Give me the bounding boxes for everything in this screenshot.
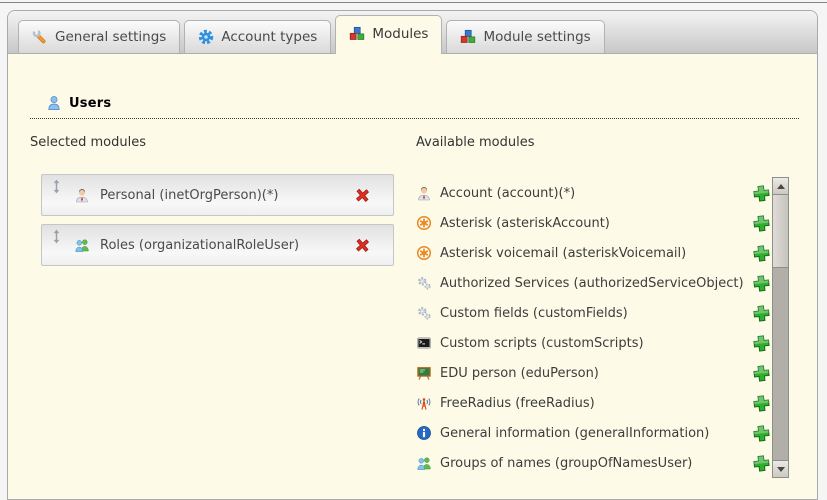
selected-modules-list: Personal (inetOrgPerson)(*) Roles (organi… (41, 174, 394, 274)
module-label: Account (account)(*) (440, 186, 753, 201)
asterisk-icon (416, 215, 432, 231)
tab-account-types[interactable]: Account types (184, 20, 331, 53)
add-module-button[interactable] (753, 215, 770, 232)
tab-label: General settings (55, 29, 166, 45)
gears-icon (416, 305, 432, 321)
top-divider (0, 2, 827, 3)
tab-general-settings[interactable]: General settings (18, 20, 180, 53)
drag-handle-icon[interactable] (51, 179, 62, 194)
available-module-row: Account (account)(*) (416, 178, 770, 208)
module-label: Roles (organizationalRoleUser) (100, 238, 354, 253)
available-modules-label: Available modules (416, 135, 534, 150)
add-module-button[interactable] (753, 245, 770, 262)
available-module-row: Authorized Services (authorizedServiceOb… (416, 268, 770, 298)
scrollbar-up-button[interactable] (773, 178, 788, 195)
add-module-button[interactable] (753, 305, 770, 322)
available-module-row: FreeRadius (freeRadius) (416, 388, 770, 418)
remove-module-button[interactable] (354, 187, 371, 204)
available-modules-scrollbar[interactable] (772, 177, 789, 478)
wrench-icon (32, 29, 48, 45)
remove-module-button[interactable] (354, 237, 371, 254)
chalkboard-icon (416, 365, 432, 381)
tab-module-settings[interactable]: Module settings (446, 20, 604, 53)
scrollbar-thumb[interactable] (773, 195, 788, 268)
module-label: Asterisk (asteriskAccount) (440, 216, 753, 231)
module-label: Groups of names (groupOfNamesUser) (440, 456, 753, 471)
available-module-row: Custom fields (customFields) (416, 298, 770, 328)
add-module-button[interactable] (753, 335, 770, 352)
available-module-row: EDU person (eduPerson) (416, 358, 770, 388)
gear-icon (198, 29, 214, 45)
selected-module-row[interactable]: Personal (inetOrgPerson)(*) (41, 174, 394, 216)
add-module-button[interactable] (753, 425, 770, 442)
config-window: General settings Account types Modules Modu… (7, 10, 818, 500)
tab-modules[interactable]: Modules (335, 15, 442, 54)
blocks-icon (460, 29, 476, 45)
module-label: Custom fields (customFields) (440, 306, 753, 321)
scrollbar-track[interactable] (773, 195, 788, 460)
down-arrow-icon (777, 467, 785, 472)
tab-label: Modules (372, 26, 428, 42)
available-module-row: Custom scripts (customScripts) (416, 328, 770, 358)
person-icon (74, 187, 90, 203)
available-module-row: Asterisk voicemail (asteriskVoicemail) (416, 238, 770, 268)
selected-modules-label: Selected modules (30, 135, 146, 150)
module-label: Asterisk voicemail (asteriskVoicemail) (440, 246, 753, 261)
module-label: Personal (inetOrgPerson)(*) (100, 188, 354, 203)
add-module-button[interactable] (753, 455, 770, 472)
up-arrow-icon (777, 184, 785, 189)
add-module-button[interactable] (753, 395, 770, 412)
section-header-users: Users (30, 95, 799, 119)
tab-label: Account types (221, 29, 317, 45)
module-label: EDU person (eduPerson) (440, 366, 753, 381)
user-icon (46, 95, 62, 111)
gears-icon (416, 275, 432, 291)
tab-label: Module settings (483, 29, 590, 45)
terminal-icon (416, 335, 432, 351)
asterisk-icon (416, 245, 432, 261)
add-module-button[interactable] (753, 275, 770, 292)
available-module-row: Groups of names (groupOfNamesUser) (416, 448, 770, 478)
module-label: General information (generalInformation) (440, 426, 753, 441)
module-label: Custom scripts (customScripts) (440, 336, 753, 351)
scrollbar-down-button[interactable] (773, 460, 788, 477)
section-title: Users (69, 96, 111, 111)
tab-bar: General settings Account types Modules Modu… (8, 11, 817, 54)
antenna-icon (416, 395, 432, 411)
available-module-row: General information (generalInformation) (416, 418, 770, 448)
group-icon (74, 237, 90, 253)
info-icon (416, 425, 432, 441)
selected-module-row[interactable]: Roles (organizationalRoleUser) (41, 224, 394, 266)
group-icon (416, 455, 432, 471)
module-label: Authorized Services (authorizedServiceOb… (440, 276, 753, 291)
blocks-icon (349, 26, 365, 42)
available-modules-list: Account (account)(*) Asterisk (asteriskAc… (416, 178, 770, 478)
drag-handle-icon[interactable] (51, 229, 62, 244)
available-module-row: Asterisk (asteriskAccount) (416, 208, 770, 238)
add-module-button[interactable] (753, 185, 770, 202)
module-label: FreeRadius (freeRadius) (440, 396, 753, 411)
person-icon (416, 185, 432, 201)
page: { "tabs": [ { "label": "General settings… (0, 0, 827, 477)
add-module-button[interactable] (753, 365, 770, 382)
